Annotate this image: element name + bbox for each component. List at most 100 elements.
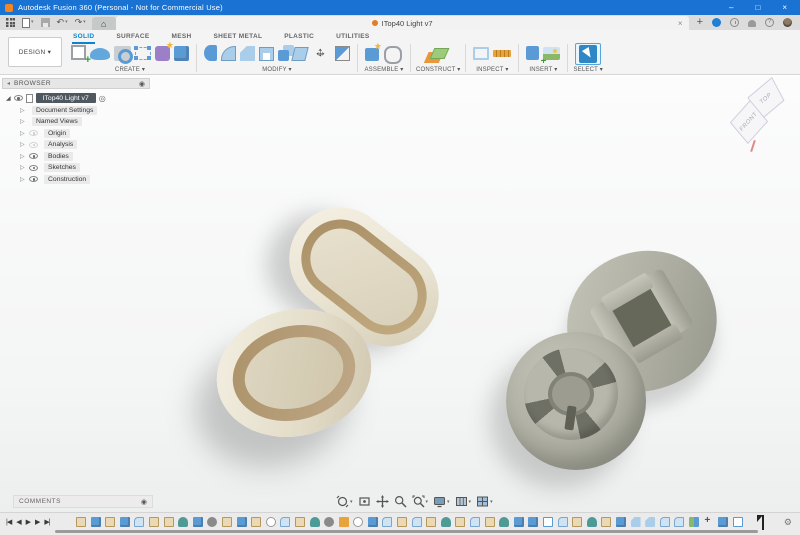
save-button[interactable] bbox=[40, 18, 50, 27]
timeline-feature-icon[interactable] bbox=[324, 517, 335, 527]
ribbon-tab[interactable]: PLASTIC bbox=[283, 30, 315, 44]
notifications-bell-icon[interactable] bbox=[748, 19, 756, 27]
timeline-feature-icon[interactable] bbox=[426, 517, 437, 527]
visibility-eye-icon[interactable] bbox=[29, 176, 38, 182]
timeline-feature-icon[interactable] bbox=[586, 517, 597, 527]
timeline-feature-icon[interactable] bbox=[134, 517, 145, 527]
inspect-group-label[interactable]: INSPECT ▾ bbox=[476, 66, 508, 73]
timeline-feature-icon[interactable] bbox=[615, 517, 626, 527]
timeline-feature-icon[interactable] bbox=[528, 517, 539, 527]
browser-tree-row[interactable]: ▷ Bodies bbox=[20, 151, 150, 161]
expand-arrow-icon[interactable]: ▷ bbox=[20, 141, 26, 148]
timeline-feature-icon[interactable] bbox=[353, 517, 364, 527]
visibility-eye-icon[interactable] bbox=[13, 95, 23, 101]
timeline-feature-icon[interactable] bbox=[265, 517, 276, 527]
timeline-feature-icon[interactable] bbox=[221, 517, 232, 527]
select-group-label[interactable]: SELECT ▾ bbox=[573, 66, 603, 73]
chamfer-icon[interactable] bbox=[240, 46, 255, 61]
timeline-feature-icon[interactable] bbox=[704, 515, 714, 527]
timeline-feature-icon[interactable] bbox=[470, 517, 481, 527]
visibility-eye-icon[interactable] bbox=[29, 141, 38, 148]
timeline-feature-icon[interactable] bbox=[251, 517, 262, 527]
activate-component-radio[interactable]: ◎ bbox=[99, 94, 106, 103]
workspace-selector-button[interactable]: DESIGN ▾ bbox=[8, 37, 62, 67]
ribbon-tab[interactable]: UTILITIES bbox=[335, 30, 370, 44]
zoom-button[interactable] bbox=[394, 495, 407, 508]
viewport-canvas[interactable]: ◂ BROWSER ◉ ◢ ITop40 Light v7 ◎ ▷ Docume… bbox=[0, 76, 800, 512]
create-group-label[interactable]: CREATE ▾ bbox=[115, 66, 145, 73]
new-component-icon[interactable] bbox=[365, 41, 382, 61]
expand-arrow-icon[interactable]: ▷ bbox=[20, 153, 26, 160]
collapse-panel-icon[interactable]: ◂ bbox=[7, 80, 10, 87]
timeline-feature-icon[interactable] bbox=[411, 517, 422, 527]
new-tab-button[interactable]: + bbox=[697, 16, 703, 29]
timeline-feature-icon[interactable] bbox=[659, 517, 670, 527]
browser-item-label[interactable]: Named Views bbox=[32, 117, 82, 126]
grid-settings-button[interactable]: ▾ bbox=[455, 495, 471, 508]
create-paste-icon[interactable] bbox=[155, 40, 174, 61]
timeline-feature-icon[interactable] bbox=[688, 517, 699, 527]
split-body-icon[interactable] bbox=[335, 46, 350, 61]
file-menu-button[interactable]: ▾ bbox=[22, 16, 34, 29]
canvas-icon[interactable] bbox=[543, 47, 561, 60]
user-avatar[interactable] bbox=[783, 18, 792, 27]
go-to-end-button[interactable]: ▶| bbox=[44, 517, 50, 529]
maximize-button[interactable]: □ bbox=[755, 0, 760, 15]
orbit-button[interactable]: ▾ bbox=[336, 495, 353, 508]
select-tool-icon[interactable] bbox=[579, 45, 598, 63]
move-copy-icon[interactable] bbox=[311, 43, 331, 63]
create-emboss-icon[interactable] bbox=[114, 46, 133, 64]
visibility-eye-icon[interactable] bbox=[29, 164, 38, 171]
root-component-label[interactable]: ITop40 Light v7 bbox=[35, 93, 96, 103]
redo-button[interactable]: ↷ ▾ bbox=[75, 16, 86, 29]
play-button[interactable]: ▶ bbox=[26, 517, 31, 529]
assemble-group-label[interactable]: ASSEMBLE ▾ bbox=[364, 66, 403, 73]
timeline-feature-icon[interactable] bbox=[484, 517, 495, 527]
browser-tree-row[interactable]: ▷ Analysis bbox=[20, 140, 150, 150]
timeline-feature-icon[interactable] bbox=[294, 517, 305, 527]
timeline-feature-icon[interactable] bbox=[367, 517, 378, 527]
timeline-feature-icon[interactable] bbox=[455, 517, 466, 527]
browser-item-label[interactable]: Document Settings bbox=[32, 105, 98, 115]
construct-group-label[interactable]: CONSTRUCT ▾ bbox=[416, 66, 460, 73]
timeline-scrollbar[interactable] bbox=[55, 530, 758, 533]
timeline-feature-icon[interactable] bbox=[630, 517, 641, 527]
timeline-feature-icon[interactable] bbox=[90, 517, 101, 527]
timeline-feature-icon[interactable] bbox=[309, 517, 320, 527]
timeline-feature-icon[interactable] bbox=[207, 517, 218, 527]
timeline-feature-icon[interactable] bbox=[76, 517, 86, 527]
browser-item-label[interactable]: Bodies bbox=[44, 151, 73, 161]
expand-arrow-icon[interactable]: ▷ bbox=[20, 176, 26, 183]
visibility-eye-icon[interactable] bbox=[29, 130, 38, 136]
browser-tree-row[interactable]: ▷ Document Settings bbox=[20, 105, 150, 115]
go-to-start-button[interactable]: |◀ bbox=[6, 517, 12, 529]
job-status-icon[interactable] bbox=[712, 18, 721, 27]
timeline-feature-icon[interactable] bbox=[178, 517, 189, 527]
timeline-feature-icon[interactable] bbox=[543, 517, 553, 527]
timeline-settings-gear-icon[interactable]: ⚙ bbox=[784, 517, 792, 528]
expand-arrow-icon[interactable]: ▷ bbox=[20, 107, 26, 114]
comments-bar[interactable]: COMMENTS ◉ bbox=[13, 495, 153, 508]
browser-header[interactable]: ◂ BROWSER ◉ bbox=[2, 78, 150, 89]
timeline-feature-icon[interactable] bbox=[397, 517, 408, 527]
view-cube[interactable]: TOP FRONT bbox=[726, 76, 798, 154]
help-icon[interactable]: ? bbox=[765, 18, 774, 27]
browser-item-label[interactable]: Construction bbox=[44, 174, 91, 184]
timeline-feature-icon[interactable] bbox=[338, 517, 349, 527]
timeline-feature-icon[interactable] bbox=[513, 517, 524, 527]
disc-slotted-hub[interactable] bbox=[524, 348, 618, 440]
step-forward-button[interactable]: ▶ bbox=[35, 517, 40, 529]
browser-tree-row[interactable]: ▷ Sketches bbox=[20, 163, 150, 173]
viewports-button[interactable]: ▾ bbox=[476, 495, 493, 508]
insert-group-label[interactable]: INSERT ▾ bbox=[529, 66, 557, 73]
expand-arrow-icon[interactable]: ▷ bbox=[20, 130, 26, 137]
timeline-feature-icon[interactable] bbox=[105, 517, 116, 527]
pan-button[interactable] bbox=[375, 495, 389, 508]
timeline-feature-icon[interactable] bbox=[236, 517, 247, 527]
browser-item-label[interactable]: Analysis bbox=[44, 140, 78, 149]
create-sketch-icon[interactable] bbox=[71, 45, 91, 66]
timeline-feature-icon[interactable] bbox=[674, 517, 685, 527]
press-pull-icon[interactable] bbox=[204, 45, 217, 61]
tab-close-button[interactable]: × bbox=[678, 19, 683, 28]
ribbon-tab[interactable]: SOLID bbox=[72, 30, 96, 44]
